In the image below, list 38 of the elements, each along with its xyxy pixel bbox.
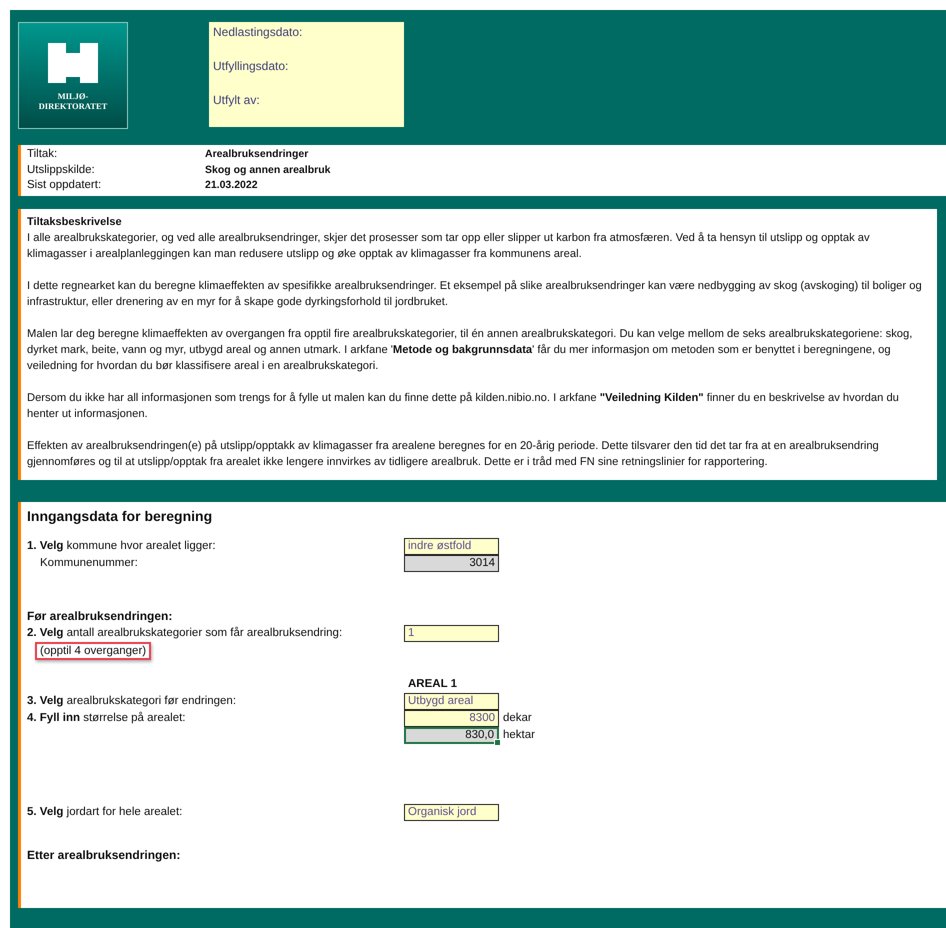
- note-text: (opptil 4 overganger): [35, 642, 152, 660]
- column-header: AREAL 1: [407, 678, 457, 690]
- meta-value: 21.03.2022: [205, 178, 258, 193]
- section-title: Inngangsdata for beregning: [27, 508, 214, 524]
- input-cell[interactable]: Organisk jord: [404, 804, 499, 820]
- description-paragraph: I alle arealbrukskategorier, og ved alle arealbruksendringer, skjer det prosesser som tar opp eller slipper ut karbon fra atmosfæren. Ved å ta hensyn til utslipp og opptak av klimagasser i arealplanleggingen kan man redusere utslipp og øke opptak av klimagasser fra kommunens areal.: [27, 230, 871, 262]
- logo-text: MILJØ-: [58, 91, 88, 101]
- meta-label: Utslippskilde:: [27, 162, 96, 178]
- unit-label: hektar: [503, 729, 535, 741]
- field-label: Kommunenummer:: [40, 557, 138, 569]
- description-paragraph: I dette regnearket kan du beregne klimaeffekten av spesifikke arealbruksendringer. Et eksempel på slike arealbruksendringer kan være nedbygging av skog (avskoging) til boliger og infrastruktur, eller drenering av en myr for å skape gode dyrkingsforhold til jordbruket.: [27, 278, 923, 310]
- field-label: 1. Velg kommune hvor arealet ligger:: [27, 540, 216, 552]
- description-paragraph: Effekten av arealbruksendringen(e) på utslipp/opptakk av klimagasser fra arealene beregnes for en 20-årig periode. Dette tilsvarer den tid det tar fra at en arealbruksendring gjennomføres og til at utslipp/opptak fra arealet ikke lengere innvirkes av tidligere arealbruk. Dette er i tråd med FN sine retningslinier for rapportering.: [27, 438, 880, 470]
- computed-cell: 3014: [404, 554, 499, 572]
- meta-label: Sist oppdatert:: [27, 178, 102, 193]
- meta-value: Arealbruksendringer: [205, 147, 308, 162]
- subsection-heading: Etter arealbruksendringen:: [27, 848, 180, 862]
- logo-mark-icon: [48, 43, 98, 83]
- input-cell[interactable]: 1: [404, 624, 499, 642]
- input-cell[interactable]: Utbygd areal: [404, 692, 499, 710]
- unit-label: dekar: [503, 712, 532, 724]
- info-label: Nedlastingsdato:: [213, 26, 304, 38]
- logo-text: DIREKTORATET: [38, 101, 108, 111]
- subsection-heading: Før arealbruksendringen:: [27, 609, 172, 623]
- input-cell[interactable]: 8300: [404, 710, 499, 726]
- input-cell[interactable]: indre østfold: [404, 538, 499, 554]
- computed-cell: 830,0: [404, 726, 499, 744]
- field-label: 2. Velg antall arealbrukskategorier som får arealbruksendring:: [27, 627, 342, 639]
- info-label: Utfylt av:: [213, 94, 261, 106]
- description-paragraph: Malen lar deg beregne klimaeffekten av overgangen fra opptil fire arealbrukskategorier, til én annen arealbrukskategori. Du kan velge mellom de seks arealbrukskategoriene: skog, dyrket mark, beite, vann og myr, utbygd areal og annen utmark. I arkfane 'Metode og bakgrunnsdata' får du mer informasjon om metoden som er benyttet i beregningene, og veiledning for hvordan du bør klassifisere areal i en arealbrukskategori.: [27, 326, 914, 374]
- field-label: 5. Velg jordart for hele arealet:: [27, 806, 182, 818]
- field-label: 3. Velg arealbrukskategori før endringen:: [27, 695, 236, 707]
- field-label: 4. Fyll inn størrelse på arealet:: [27, 712, 186, 724]
- info-label: Utfyllingsdato:: [213, 60, 290, 72]
- meta-value: Skog og annen arealbruk: [205, 162, 330, 178]
- meta-label: Tiltak:: [27, 147, 58, 162]
- description-paragraph: Dersom du ikke har all informasjonen som trengs for å fylle ut malen kan du finne dette på kilden.nibio.no. I arkfane "Veiledning Kilden" finner du en beskrivelse av hvordan du henter ut informasjonen.: [27, 390, 900, 422]
- description-title: Tiltaksbeskrivelse: [27, 214, 123, 230]
